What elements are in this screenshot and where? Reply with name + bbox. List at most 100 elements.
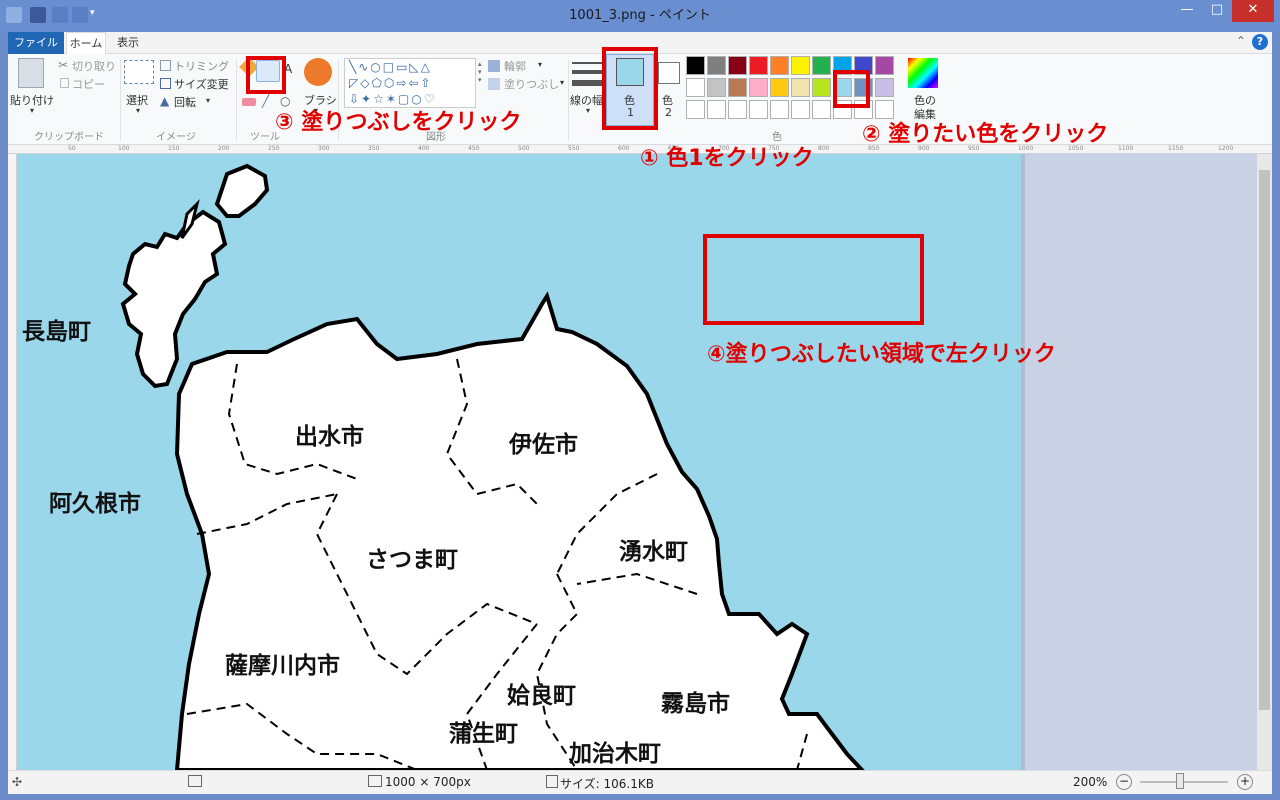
eraser-icon[interactable] bbox=[242, 98, 256, 106]
rotate-icon: ▲ bbox=[160, 94, 170, 108]
highlight-color1 bbox=[602, 47, 658, 130]
shapes-row-2-icon[interactable]: ◸◇⬠⬡⇨⇦⇧ bbox=[349, 75, 433, 91]
pal2-swatch[interactable] bbox=[791, 78, 810, 97]
ruler-tick-label: 550 bbox=[568, 145, 580, 152]
image-size-icon bbox=[368, 775, 382, 787]
map-label-nagashima: 長島町 bbox=[22, 319, 91, 345]
pal1-swatch[interactable] bbox=[770, 56, 789, 75]
pal2-swatch[interactable] bbox=[812, 78, 831, 97]
outline-button[interactable]: 輪郭 bbox=[504, 58, 526, 74]
map-label-kirishima: 霧島市 bbox=[661, 691, 730, 717]
map-label-aira: 姶良町 bbox=[507, 683, 576, 709]
shapes-scroll-icon[interactable]: ▴ ▾ ▾ bbox=[478, 60, 482, 84]
workspace[interactable]: 長島町 阿久根市 出水市 伊佐市 さつま町 湧水町 薩摩川内市 姶良町 霧島市 … bbox=[17, 154, 1257, 770]
disk-icon bbox=[546, 775, 558, 788]
pal2-swatch[interactable] bbox=[728, 78, 747, 97]
pal1-swatch[interactable] bbox=[728, 56, 747, 75]
pal3-swatch[interactable] bbox=[812, 100, 831, 119]
resize-button[interactable]: サイズ変更 bbox=[174, 76, 229, 92]
color2-swatch[interactable] bbox=[658, 62, 680, 84]
pal2-swatch[interactable] bbox=[707, 78, 726, 97]
pal1-swatch[interactable] bbox=[875, 56, 894, 75]
scrollbar-thumb[interactable] bbox=[1259, 170, 1270, 710]
size-line-1 bbox=[572, 62, 602, 64]
help-icon[interactable]: ? bbox=[1252, 34, 1268, 50]
small-island-2 bbox=[214, 163, 270, 218]
zoom-out-button[interactable]: − bbox=[1116, 774, 1132, 790]
pal2-swatch[interactable] bbox=[749, 78, 768, 97]
tab-view[interactable]: 表示 bbox=[110, 32, 146, 54]
pal3-swatch[interactable] bbox=[791, 100, 810, 119]
zoom-in-button[interactable]: + bbox=[1237, 774, 1253, 790]
qat-dropdown-icon[interactable]: ▾ bbox=[90, 8, 95, 18]
pal1-swatch[interactable] bbox=[749, 56, 768, 75]
group-divider bbox=[568, 60, 569, 140]
select-dropdown-icon[interactable]: ▾ bbox=[136, 106, 140, 115]
shape-fill-dropdown-icon[interactable]: ▾ bbox=[560, 78, 564, 87]
pal3-swatch[interactable] bbox=[707, 100, 726, 119]
minimize-button[interactable]: — bbox=[1172, 0, 1202, 22]
pal1-swatch[interactable] bbox=[707, 56, 726, 75]
canvas-shadow bbox=[1021, 154, 1025, 770]
size-dropdown-icon[interactable]: ▾ bbox=[586, 106, 590, 115]
group-divider bbox=[120, 60, 121, 140]
close-button[interactable]: ✕ bbox=[1232, 0, 1274, 22]
file-size: サイズ: 106.1KB bbox=[560, 777, 654, 791]
tab-home[interactable]: ホーム bbox=[66, 32, 106, 54]
undo-icon[interactable] bbox=[52, 7, 68, 23]
zoom-slider-thumb[interactable] bbox=[1175, 773, 1184, 789]
copy-icon bbox=[60, 78, 69, 88]
redo-icon[interactable] bbox=[72, 7, 88, 23]
outline-dropdown-icon[interactable]: ▾ bbox=[538, 60, 542, 69]
status-bar: ✣ 1000 × 700px サイズ: 106.1KB 200% − + bbox=[8, 770, 1272, 794]
highlight-fill-tool bbox=[246, 56, 286, 94]
edit-colors-icon[interactable] bbox=[908, 58, 938, 88]
copy-button[interactable]: コピー bbox=[72, 76, 105, 92]
vertical-scrollbar[interactable] bbox=[1257, 154, 1272, 770]
pal1-swatch[interactable] bbox=[812, 56, 831, 75]
map-label-kamo: 蒲生町 bbox=[449, 721, 518, 747]
rotate-button[interactable]: 回転 bbox=[174, 94, 196, 110]
map-label-isa: 伊佐市 bbox=[509, 432, 578, 458]
pal2-swatch[interactable] bbox=[875, 78, 894, 97]
paste-dropdown-icon[interactable]: ▾ bbox=[30, 106, 34, 115]
save-icon[interactable] bbox=[30, 7, 46, 23]
maximize-button[interactable]: □ bbox=[1202, 0, 1232, 22]
image-group-label: イメージ bbox=[156, 132, 196, 143]
ruler-tick-label: 50 bbox=[68, 145, 76, 152]
pal2-swatch[interactable] bbox=[686, 78, 705, 97]
shapes-row-1-icon[interactable]: ╲∿○□▭◺△ bbox=[349, 59, 432, 75]
outline-icon bbox=[488, 60, 500, 72]
ruler-tick-label: 350 bbox=[368, 145, 380, 152]
minimize-ribbon-icon[interactable]: ⌃ bbox=[1236, 34, 1246, 48]
highlight-palette-color bbox=[833, 70, 870, 108]
select-icon[interactable] bbox=[124, 60, 154, 84]
pal1-swatch[interactable] bbox=[791, 56, 810, 75]
crop-button[interactable]: トリミング bbox=[174, 58, 229, 74]
crop-icon bbox=[160, 60, 171, 71]
cut-button[interactable]: 切り取り bbox=[72, 58, 116, 74]
paste-icon[interactable] bbox=[18, 58, 44, 88]
map-label-satsumasendai: 薩摩川内市 bbox=[225, 653, 340, 679]
zoom-slider[interactable] bbox=[1140, 781, 1228, 783]
brush-icon[interactable] bbox=[304, 58, 332, 86]
window-title: 1001_3.png - ペイント bbox=[569, 8, 711, 23]
annotation-step4: ④塗りつぶしたい領域で左クリック bbox=[707, 342, 1056, 367]
pal1-swatch[interactable] bbox=[686, 56, 705, 75]
rotate-dropdown-icon[interactable]: ▾ bbox=[206, 96, 210, 105]
pal3-swatch[interactable] bbox=[686, 100, 705, 119]
ruler-tick-label: 1100 bbox=[1118, 145, 1134, 152]
pal2-swatch[interactable] bbox=[770, 78, 789, 97]
size-line-2 bbox=[572, 70, 602, 74]
pal3-swatch[interactable] bbox=[770, 100, 789, 119]
ruler-tick-label: 500 bbox=[518, 145, 530, 152]
pal3-swatch[interactable] bbox=[749, 100, 768, 119]
shape-fill-icon bbox=[488, 78, 500, 90]
map-label-izumi: 出水市 bbox=[295, 424, 364, 450]
color-picker-icon[interactable]: ╱ bbox=[262, 94, 269, 108]
shapes-gallery[interactable]: ╲∿○□▭◺△ ◸◇⬠⬡⇨⇦⇧ ⇩✦☆✶▢○♡ bbox=[344, 58, 476, 108]
tab-file[interactable]: ファイル bbox=[8, 32, 64, 54]
pal3-swatch[interactable] bbox=[728, 100, 747, 119]
shape-fill-button[interactable]: 塗りつぶし bbox=[504, 76, 559, 92]
map-label-satsuma: さつま町 bbox=[366, 547, 458, 573]
